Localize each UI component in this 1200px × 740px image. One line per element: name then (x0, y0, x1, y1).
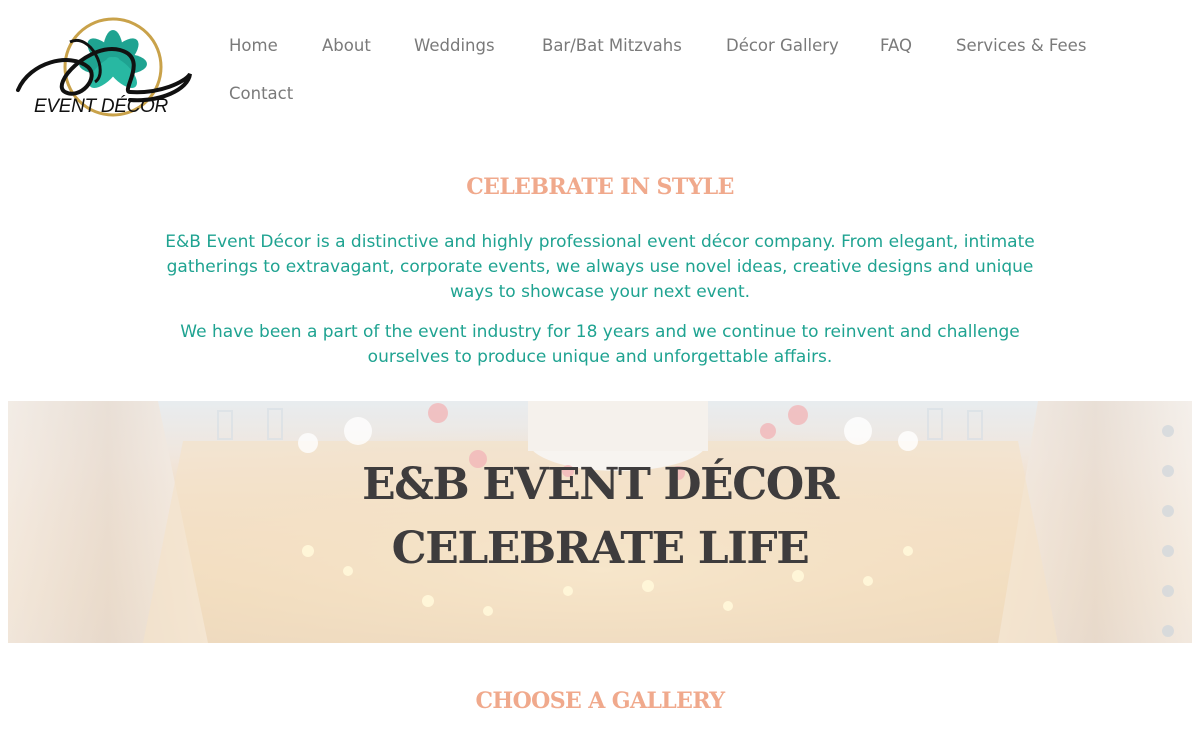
hero-title: E&B EVENT DÉCOR (362, 459, 839, 510)
nav-item-bar-bat-mitzvahs[interactable]: Bar/Bat Mitzvahs (542, 36, 682, 55)
nav-item-weddings[interactable]: Weddings (414, 36, 495, 55)
brand-logo[interactable]: EVENT DÉCOR (10, 12, 195, 124)
hero-subtitle: CELEBRATE LIFE (391, 523, 810, 574)
logo-wordmark: EVENT DÉCOR (34, 96, 168, 117)
nav-item-faq[interactable]: FAQ (880, 36, 912, 55)
intro-paragraph-2: We have been a part of the event industr… (180, 322, 1020, 367)
hero-background-image (8, 401, 1192, 643)
hero-banner: E&B EVENT DÉCOR CELEBRATE LIFE (8, 401, 1192, 643)
intro-paragraph-1: E&B Event Décor is a distinctive and hig… (165, 232, 1035, 302)
intro-heading: CELEBRATE IN STYLE (466, 174, 734, 200)
nav-item-decor-gallery[interactable]: Décor Gallery (726, 36, 839, 55)
gallery-heading: CHOOSE A GALLERY (475, 688, 726, 714)
nav-item-about[interactable]: About (322, 36, 371, 55)
nav-item-home[interactable]: Home (229, 36, 278, 55)
nav-item-services-fees[interactable]: Services & Fees (956, 36, 1086, 55)
nav-item-contact[interactable]: Contact (229, 84, 293, 103)
